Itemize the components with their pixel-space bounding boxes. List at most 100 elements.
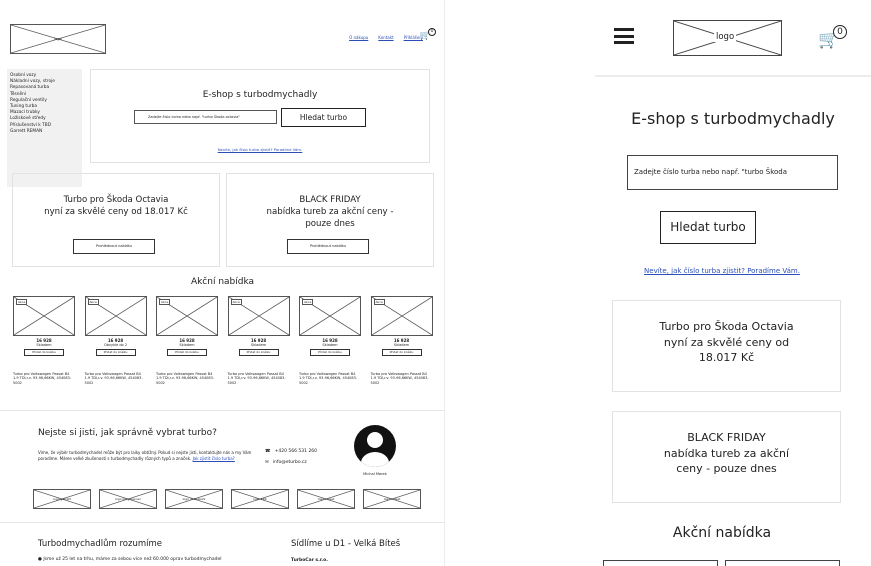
add-to-cart-button[interactable]: Přidat do košíku xyxy=(167,349,207,356)
help-title: Nejste si jisti, jak správně vybrat turb… xyxy=(38,428,217,438)
product-image[interactable]: Akce xyxy=(156,296,218,336)
mobile-search-title: E-shop s turbodmychadly xyxy=(631,109,835,128)
nav-link-kontakt[interactable]: Kontakt xyxy=(378,35,393,40)
brand-logo-label: logo mitsubishi xyxy=(182,497,206,501)
footer-bullet: ● Jsme už 25 let na trhu, máme za sebou … xyxy=(38,557,222,562)
sale-tag: Akce xyxy=(373,299,385,305)
product-list: Akce 16 928 Skladem Přidat do košíku Tur… xyxy=(13,296,443,400)
product-description: Turbo pro Volkswagen Passat B4 1.9 TDI,r… xyxy=(370,372,429,385)
product-image[interactable]: Akce xyxy=(84,296,147,336)
product-description: Turbo pro Volkswagen Passat B4 1.9 TDI,r… xyxy=(227,372,286,385)
mobile-promo-black-friday[interactable]: BLACK FRIDAY nabídka tureb za akční ceny… xyxy=(612,411,841,503)
product-image[interactable]: Akce xyxy=(299,296,361,336)
product-card[interactable]: Akce 16 928 Skladem Přidat do košíku Tur… xyxy=(156,296,218,400)
product-stock: Skladem xyxy=(322,343,338,347)
product-description: Turbo pro Volkswagen Passat B4 1.9 TDI,r… xyxy=(156,372,215,385)
product-image[interactable]: Akce xyxy=(370,296,433,336)
promo-line: 18.017 Kč xyxy=(698,351,755,364)
sidebar-item[interactable]: Garrett REMAN xyxy=(10,129,79,135)
product-stock: Skladem xyxy=(36,343,52,347)
promo-line: Turbo pro Škoda Octavia xyxy=(659,320,794,333)
mobile-wireframe: logo 🛒 0 E-shop s turbodmychadly Zadejte… xyxy=(595,0,871,566)
product-stock: Obvykle do 2 xyxy=(103,343,128,347)
promo-line: nabídka tureb za akční xyxy=(663,446,790,460)
hamburger-menu-icon[interactable] xyxy=(614,28,634,44)
search-title: E-shop s turbodmychadly xyxy=(202,90,318,100)
footer-left-title: Turbodmychadlům rozumíme xyxy=(38,539,162,549)
mobile-search-input[interactable]: Zadejte číslo turba nebo např. "turbo Šk… xyxy=(627,155,838,190)
promo-line: nyní za skvělé ceny od xyxy=(663,335,790,349)
add-to-cart-button[interactable]: Přidat do košíku xyxy=(95,349,136,356)
brand-logo[interactable]: logo KKK xyxy=(231,489,289,509)
promo-line: nabídka tureb za akční ceny - xyxy=(266,207,394,217)
product-image[interactable]: Akce xyxy=(227,296,290,336)
desktop-logo[interactable]: logo xyxy=(10,24,106,54)
nav-link-o-nakupu[interactable]: O nákupu xyxy=(349,35,368,40)
product-stock: Skladem xyxy=(179,343,195,347)
sale-tag: Akce xyxy=(302,299,314,305)
product-card[interactable]: Akce 16 928 Skladem Přidat do košíku Tur… xyxy=(13,296,75,400)
contact-email[interactable]: ✉ info@eturbo.cz xyxy=(265,460,307,465)
product-card-partial[interactable] xyxy=(725,560,840,566)
promo-button[interactable]: Prohlédnout nabídku xyxy=(287,239,369,254)
promo-line: pouze dnes xyxy=(305,219,355,229)
brand-logo-label: logo holset xyxy=(383,497,401,501)
logo-label: logo xyxy=(54,37,62,41)
contact-person-name: Michal Marek xyxy=(363,472,387,476)
help-text: Víme, že výběr turbodmychadel může být p… xyxy=(38,450,260,461)
sale-tag: Akce xyxy=(87,299,99,305)
product-stock: Skladem xyxy=(393,343,410,347)
mobile-help-link[interactable]: Nevíte, jak číslo turba zjistit? Poradím… xyxy=(595,267,849,275)
sale-tag: Akce xyxy=(159,299,171,305)
add-to-cart-button[interactable]: Přidat do košíku xyxy=(381,349,422,356)
add-to-cart-button[interactable]: Přidat do košíku xyxy=(310,349,350,356)
cart-badge: 0 xyxy=(428,28,436,36)
brand-logo[interactable]: logo borg-warner xyxy=(99,489,157,509)
add-to-cart-button[interactable]: Přidat do košíku xyxy=(24,349,64,356)
promo-line: nyní za skvělé ceny od 18.017 Kč xyxy=(44,207,188,217)
brand-logo[interactable]: logo holset xyxy=(363,489,421,509)
sale-title: Akční nabídka xyxy=(190,277,255,287)
brand-logo-label: logo garrett xyxy=(53,497,71,501)
email-address: info@eturbo.cz xyxy=(272,460,307,465)
brand-logo[interactable]: logo garrett xyxy=(33,489,91,509)
turbo-number-help-link[interactable]: Nevíte, jak číslo turba zjistit? Poradím… xyxy=(91,147,429,152)
product-image[interactable]: Akce xyxy=(13,296,75,336)
divider xyxy=(0,410,445,411)
promo-octavia: Turbo pro Škoda Octavia nyní za skvělé c… xyxy=(12,173,220,267)
add-to-cart-button[interactable]: Přidat do košíku xyxy=(238,349,279,356)
product-card-partial[interactable] xyxy=(603,560,718,566)
brand-logo[interactable]: logo holset xyxy=(297,489,355,509)
search-input[interactable]: Zadejte číslo turba nebo např. "turbo Šk… xyxy=(134,110,277,124)
logo-label: logo xyxy=(714,32,737,42)
divider xyxy=(0,522,445,523)
product-description: Turbo pro Volkswagen Passat B4 1.9 TDI,r… xyxy=(13,372,72,385)
mobile-search-button[interactable]: Hledat turbo xyxy=(660,211,756,244)
brand-logo[interactable]: logo mitsubishi xyxy=(165,489,223,509)
promo-button[interactable]: Prohlédnout nabídku xyxy=(73,239,155,254)
product-card[interactable]: Akce 16 928 Skladem Přidat do košíku Tur… xyxy=(299,296,361,400)
product-card[interactable]: Akce 16 928 Skladem Přidat do košíku Tur… xyxy=(227,296,290,400)
mobile-promo-octavia[interactable]: Turbo pro Škoda Octavia nyní za skvělé c… xyxy=(612,300,841,392)
promo-line: ceny - pouze dnes xyxy=(676,462,777,475)
brand-logo-label: logo KKK xyxy=(253,497,267,501)
brand-logo-label: logo holset xyxy=(317,497,335,501)
mobile-logo[interactable]: logo xyxy=(673,20,782,56)
product-card[interactable]: Akce 16 928 Skladem Přidat do košíku Tur… xyxy=(370,296,433,400)
contact-phone[interactable]: ☎ +420 566 531 260 xyxy=(265,449,317,454)
avatar xyxy=(354,425,396,467)
phone-number: +420 566 531 260 xyxy=(274,449,318,454)
promo-line: BLACK FRIDAY xyxy=(299,195,361,205)
sale-tag: Akce xyxy=(16,299,28,305)
mobile-sale-title: Akční nabídka xyxy=(672,525,772,541)
top-nav: O nákupu Kontakt Přihlášení xyxy=(349,35,423,40)
category-sidebar: Osobní vozy Nákladní vozy, stroje Repaso… xyxy=(7,69,82,187)
mail-icon: ✉ xyxy=(265,460,269,465)
promo-black-friday: BLACK FRIDAY nabídka tureb za akční ceny… xyxy=(226,173,434,267)
search-button[interactable]: Hledat turbo xyxy=(281,108,366,127)
desktop-header: logo O nákupu Kontakt Přihlášení 🛒 0 xyxy=(0,0,445,58)
product-card[interactable]: Akce 16 928 Obvykle do 2 Přidat do košík… xyxy=(84,296,147,400)
help-link[interactable]: Jak zjistit číslo turba? xyxy=(193,456,235,461)
product-description: Turbo pro Volkswagen Passat B4 1.9 TDI,r… xyxy=(299,372,358,385)
brand-logos: logo garrett logo borg-warner logo mitsubi… xyxy=(33,489,423,509)
